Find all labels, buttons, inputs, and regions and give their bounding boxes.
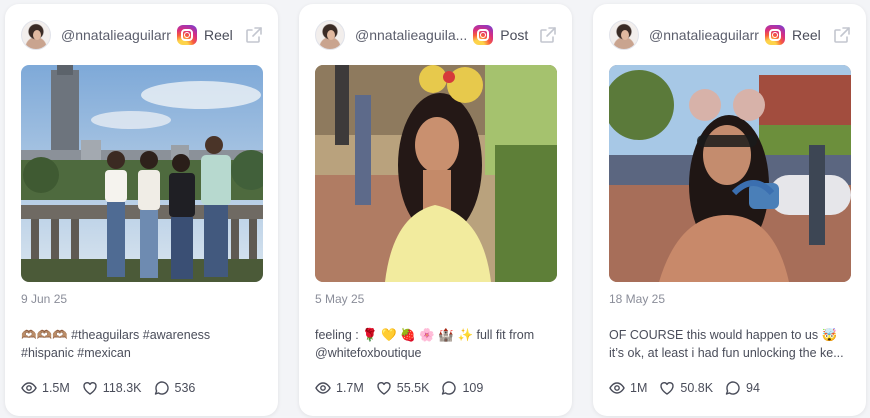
comments-count: 536 — [174, 381, 196, 395]
external-link-icon[interactable] — [244, 25, 264, 45]
comments-stat: 536 — [154, 380, 196, 396]
heart-icon — [660, 382, 675, 395]
likes-count: 118.3K — [102, 381, 142, 395]
views-count: 1.7M — [336, 381, 364, 395]
post-caption: OF COURSE this would happen to us 🤯 it’s… — [609, 326, 849, 362]
likes-stat: 118.3K — [82, 380, 142, 396]
views-count: 1M — [630, 381, 648, 395]
post-header: @nnatalieaguilarr Reel — [21, 19, 264, 51]
likes-stat: 50.8K — [659, 380, 713, 396]
post-header: @nnatalieaguilarr Reel — [609, 19, 852, 51]
post-type-label: Reel — [791, 27, 821, 43]
heart-icon — [377, 382, 391, 395]
caption-line: it’s ok, at least i had fun unlocking th… — [609, 346, 844, 360]
post-card[interactable]: @nnatalieaguila... Post 5 May 25 feeling — [299, 4, 572, 416]
post-thumbnail[interactable] — [315, 65, 557, 282]
avatar[interactable] — [21, 20, 51, 50]
heart-icon — [83, 382, 97, 395]
post-thumbnail[interactable] — [21, 65, 263, 282]
likes-count: 55.5K — [396, 381, 430, 395]
views-stat: 1.5M — [21, 380, 70, 396]
views-stat: 1.7M — [315, 380, 364, 396]
instagram-icon — [473, 25, 494, 45]
comments-stat: 94 — [725, 380, 760, 396]
post-stats: 1.5M 118.3K 536 — [21, 380, 264, 396]
post-stats: 1M 50.8K 94 — [609, 380, 852, 396]
eye-icon — [21, 382, 37, 394]
comments-count: 109 — [462, 381, 484, 395]
account-handle[interactable]: @nnatalieaguilarr — [61, 27, 171, 43]
views-stat: 1M — [609, 380, 647, 396]
post-card[interactable]: @nnatalieaguilarr Reel 9 Jun 25 🫶🏽🫶🏽🫶🏽 #… — [5, 4, 278, 416]
instagram-icon — [764, 25, 785, 45]
comment-icon — [442, 381, 457, 395]
caption-line: OF COURSE this would happen to us 🤯 — [609, 328, 838, 342]
comment-icon — [725, 381, 740, 395]
account-handle[interactable]: @nnatalieaguilarr — [649, 27, 759, 43]
post-type-label: Post — [500, 27, 529, 43]
post-date: 9 Jun 25 — [21, 292, 68, 306]
caption-line: 🫶🏽🫶🏽🫶🏽 #theaguilars #awareness — [21, 328, 211, 342]
post-caption: feeling : 🌹 💛 🍓 🌸 🏰 ✨ full fit from @whi… — [315, 326, 555, 362]
comments-count: 94 — [746, 381, 760, 395]
likes-stat: 55.5K — [376, 380, 430, 396]
comments-stat: 109 — [441, 380, 483, 396]
post-caption: 🫶🏽🫶🏽🫶🏽 #theaguilars #awareness #hispanic… — [21, 326, 261, 362]
caption-line: #hispanic #mexican — [21, 346, 131, 360]
post-thumbnail[interactable] — [609, 65, 851, 282]
post-date: 18 May 25 — [609, 292, 666, 306]
caption-line: feeling : 🌹 💛 🍓 🌸 🏰 ✨ full fit from — [315, 328, 535, 342]
post-date: 5 May 25 — [315, 292, 365, 306]
external-link-icon[interactable] — [832, 25, 852, 45]
post-header: @nnatalieaguila... Post — [315, 19, 558, 51]
post-card[interactable]: @nnatalieaguilarr Reel 18 May 25 OF COUR… — [593, 4, 866, 416]
avatar[interactable] — [315, 20, 345, 50]
eye-icon — [609, 382, 625, 394]
instagram-icon — [176, 25, 197, 45]
comment-icon — [154, 381, 169, 395]
account-handle[interactable]: @nnatalieaguila... — [355, 27, 467, 43]
external-link-icon[interactable] — [538, 25, 558, 45]
post-type-label: Reel — [203, 27, 233, 43]
views-count: 1.5M — [42, 381, 70, 395]
caption-line: @whitefoxboutique — [315, 346, 422, 360]
avatar[interactable] — [609, 20, 639, 50]
likes-count: 50.8K — [680, 381, 714, 395]
post-stats: 1.7M 55.5K 109 — [315, 380, 558, 396]
eye-icon — [315, 382, 331, 394]
